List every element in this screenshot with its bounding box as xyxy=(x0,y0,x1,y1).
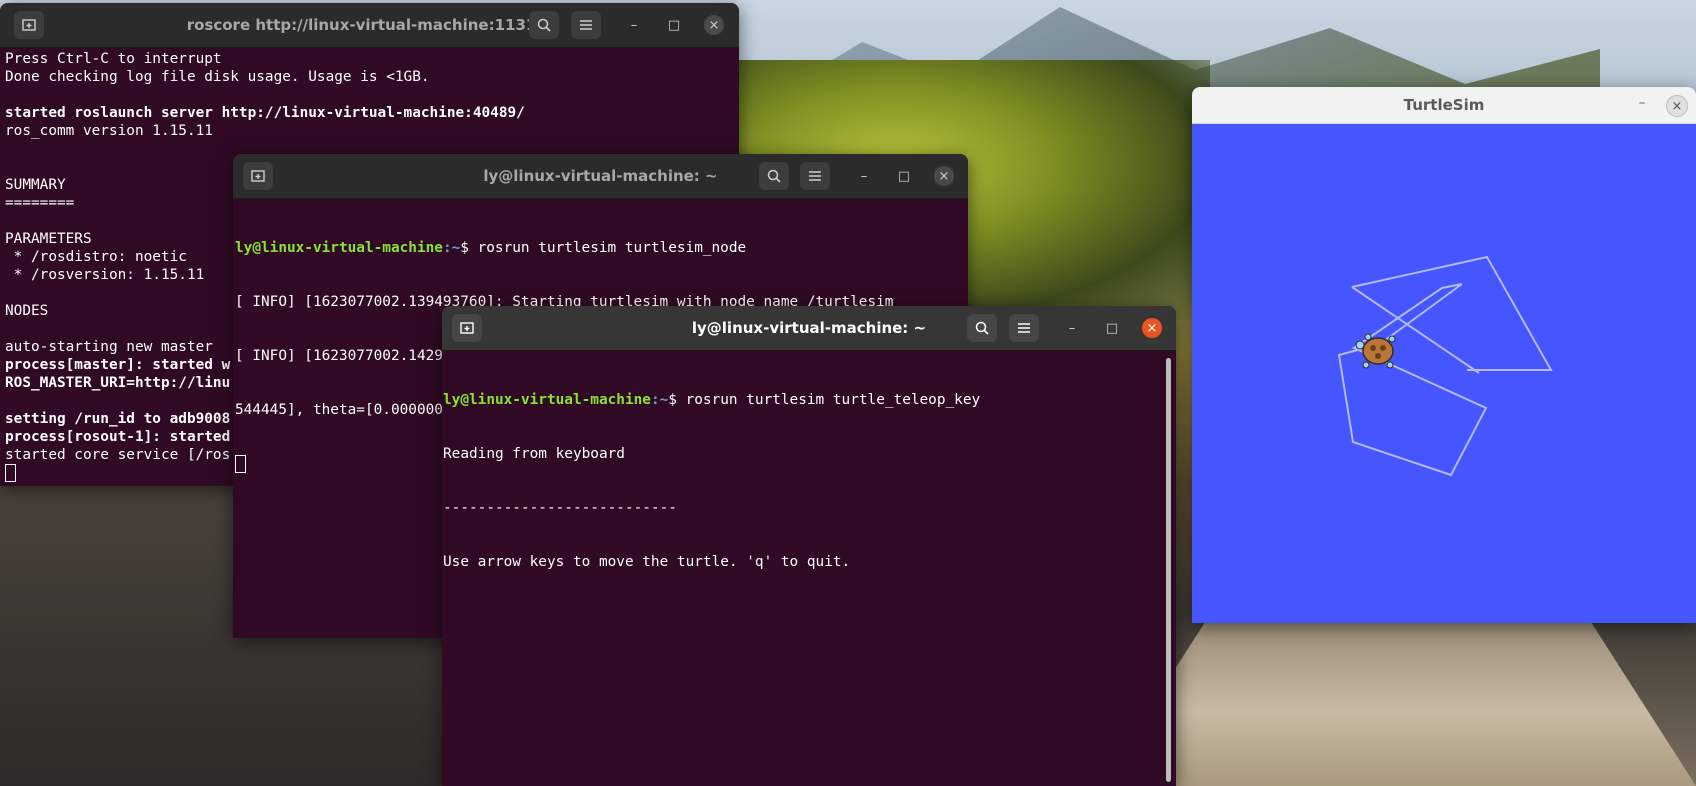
teleop-terminal-window[interactable]: ly@linux-virtual-machine: ~ – □ × ly@lin… xyxy=(442,306,1176,786)
minimize-button[interactable]: – xyxy=(1632,95,1652,115)
text-cursor xyxy=(235,455,246,473)
scrollbar[interactable] xyxy=(1166,358,1171,782)
turtlesim-window[interactable]: TurtleSim – × xyxy=(1192,87,1696,623)
turtlesim-node-titlebar[interactable]: ly@linux-virtual-machine: ~ – □ × xyxy=(233,154,968,199)
teleop-titlebar[interactable]: ly@linux-virtual-machine: ~ – □ × xyxy=(442,306,1176,351)
close-button[interactable]: × xyxy=(704,15,724,35)
prompt-line: ly@linux-virtual-machine:~$ rosrun turtl… xyxy=(443,391,1166,409)
minimize-button[interactable]: – xyxy=(854,166,874,186)
prompt-symbol: $ xyxy=(668,392,686,408)
output-line: Done checking log file disk usage. Usage… xyxy=(5,69,430,85)
command-text: rosrun turtlesim turtle_teleop_key xyxy=(685,392,981,408)
output-line: --------------------------- xyxy=(443,500,677,516)
prompt-user: ly@linux-virtual-machine xyxy=(443,392,651,408)
output-line: Press Ctrl-C to interrupt xyxy=(5,51,222,67)
output-line: ros_comm version 1.15.11 xyxy=(5,123,213,139)
search-icon[interactable] xyxy=(967,314,997,342)
hamburger-menu-icon[interactable] xyxy=(571,11,601,39)
minimize-button[interactable]: – xyxy=(1062,318,1082,338)
wallpaper-bridge xyxy=(1100,600,1696,786)
maximize-button[interactable]: □ xyxy=(894,166,914,186)
close-button[interactable]: × xyxy=(1142,318,1162,338)
close-button[interactable]: × xyxy=(934,166,954,186)
output-line: started roslaunch server http://linux-vi… xyxy=(5,105,525,121)
hamburger-menu-icon[interactable] xyxy=(800,162,830,190)
output-line: Use arrow keys to move the turtle. 'q' t… xyxy=(443,554,851,570)
maximize-button[interactable]: □ xyxy=(664,15,684,35)
hamburger-menu-icon[interactable] xyxy=(1009,314,1039,342)
terminal-output[interactable]: ly@linux-virtual-machine:~$ rosrun turtl… xyxy=(443,355,1166,607)
prompt-user: ly@linux-virtual-machine xyxy=(235,240,443,256)
minimize-button[interactable]: – xyxy=(624,15,644,35)
output-line: Reading from keyboard xyxy=(443,446,625,462)
prompt-symbol: $ xyxy=(460,240,478,256)
roscore-titlebar[interactable]: roscore http://linux-virtual-machine:113… xyxy=(0,3,739,48)
prompt-path: :~ xyxy=(442,240,461,256)
search-icon[interactable] xyxy=(529,11,559,39)
command-text: rosrun turtlesim turtlesim_node xyxy=(477,240,747,256)
turtlesim-title: TurtleSim xyxy=(1192,87,1696,124)
prompt-path: :~ xyxy=(650,392,669,408)
turtle-path xyxy=(1337,283,1488,477)
close-button[interactable]: × xyxy=(1666,95,1688,117)
turtlesim-canvas xyxy=(1337,255,1553,477)
text-cursor xyxy=(5,464,16,482)
search-icon[interactable] xyxy=(759,162,789,190)
maximize-button[interactable]: □ xyxy=(1102,318,1122,338)
prompt-line: ly@linux-virtual-machine:~$ rosrun turtl… xyxy=(235,239,958,257)
